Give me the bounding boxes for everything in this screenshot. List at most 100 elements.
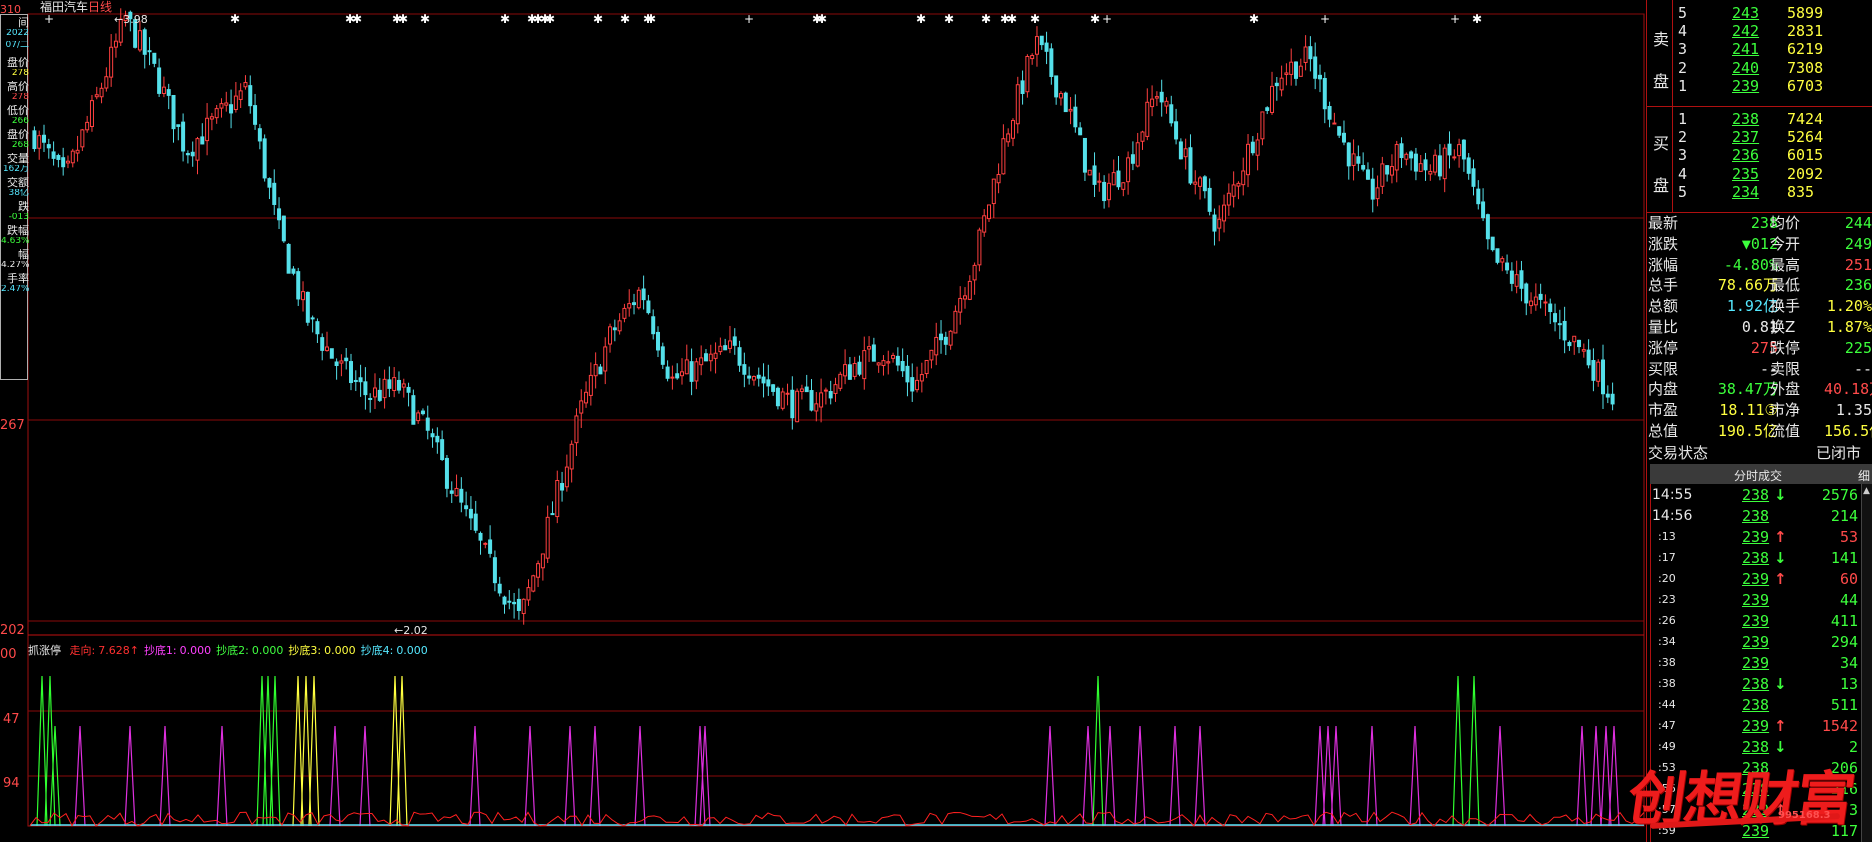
ticks-detail-button[interactable]: 细 bbox=[1858, 467, 1870, 484]
candle-body bbox=[1169, 104, 1174, 124]
candle-body bbox=[1025, 56, 1030, 93]
candle-body bbox=[296, 271, 301, 300]
quote-value: 78.66万 bbox=[1717, 276, 1778, 295]
tick-price[interactable]: 239 bbox=[1742, 654, 1769, 672]
candle-body bbox=[492, 557, 497, 584]
candle-body bbox=[301, 291, 306, 301]
tick-price[interactable]: 238 bbox=[1742, 507, 1769, 525]
candle-body bbox=[1505, 262, 1510, 271]
candle-body bbox=[723, 345, 728, 351]
candle-body bbox=[267, 178, 272, 188]
candle-body bbox=[1150, 98, 1155, 108]
sell-price[interactable]: 242 bbox=[1732, 22, 1759, 40]
quote-label: 涨跌 bbox=[1648, 234, 1679, 253]
bar-info-label: 跌 bbox=[18, 201, 29, 212]
tick-price[interactable]: 239 bbox=[1742, 633, 1769, 651]
candle-body bbox=[1034, 36, 1039, 55]
candle-body bbox=[627, 303, 632, 309]
candle-body bbox=[382, 378, 387, 399]
buy-price[interactable]: 236 bbox=[1732, 146, 1759, 164]
tick-price[interactable]: 239 bbox=[1742, 591, 1769, 609]
bar-info-value: 4.63% bbox=[1, 237, 29, 246]
buy-price[interactable]: 234 bbox=[1732, 183, 1759, 201]
sell-price[interactable]: 240 bbox=[1732, 59, 1759, 77]
tick-price[interactable]: 239 bbox=[1742, 528, 1769, 546]
candle-body bbox=[51, 151, 56, 159]
tick-price[interactable]: 239 bbox=[1742, 570, 1769, 588]
candle-body bbox=[1481, 201, 1486, 219]
candle-body bbox=[1447, 143, 1452, 156]
indicator-name[interactable]: 抓涨停 bbox=[28, 644, 61, 657]
candle-body bbox=[1202, 176, 1207, 192]
quote-value: -- bbox=[1853, 359, 1872, 378]
bar-info-label: 跌幅 bbox=[7, 225, 29, 236]
buy-price[interactable]: 238 bbox=[1732, 110, 1759, 128]
axis-label-mid: 267 bbox=[0, 418, 25, 433]
candle-body bbox=[1586, 349, 1591, 366]
quote-label: 今开 bbox=[1770, 234, 1801, 253]
buy-price[interactable]: 235 bbox=[1732, 165, 1759, 183]
quote-label: 换Z bbox=[1770, 318, 1796, 336]
tick-price[interactable]: 239 bbox=[1742, 717, 1769, 735]
candle-body bbox=[708, 353, 713, 362]
candle-body bbox=[257, 128, 262, 142]
indicator-spike bbox=[396, 675, 408, 827]
up-arrow-icon: ↑ bbox=[1774, 528, 1787, 546]
candle-body bbox=[1370, 178, 1375, 200]
candle-body bbox=[1337, 126, 1342, 136]
quote-value: 236 bbox=[1844, 276, 1872, 295]
tick-time: :23 bbox=[1658, 593, 1676, 606]
star-marker-icon: ✱ bbox=[230, 12, 240, 26]
candle-body bbox=[387, 379, 392, 389]
candle-body bbox=[401, 383, 406, 388]
plus-marker-icon: + bbox=[744, 12, 754, 26]
tick-price[interactable]: 238 bbox=[1742, 696, 1769, 714]
candle-body bbox=[425, 417, 430, 431]
star-marker-icon: ✱ bbox=[352, 12, 362, 26]
tick-time: :47 bbox=[1658, 719, 1676, 732]
sell-price[interactable]: 241 bbox=[1732, 40, 1759, 58]
kline-chart[interactable]: ✱ ✱✱ ✱✱ ✱ ✱ ✱✱✱✱ ✱ ✱ ✱✱ ✱✱ ✱ ✱ ✱ ✱ ✱ ✱✱ ✱ ✱+ + + + + bbox=[0, 0, 1646, 842]
candle-body bbox=[531, 575, 536, 592]
candle-body bbox=[1413, 153, 1418, 172]
star-marker-icon: ✱ bbox=[916, 12, 926, 26]
candle-body bbox=[1605, 393, 1610, 398]
candle-body bbox=[1591, 360, 1596, 381]
candle-body bbox=[137, 30, 142, 51]
candle-body bbox=[943, 336, 948, 345]
period-label[interactable]: 日线 bbox=[88, 0, 112, 14]
indicator-legend: 抓涨停 走向: 7.628↑ 抄底1: 0.000 抄底2: 0.000 抄底3: 0.000… bbox=[28, 642, 428, 658]
tick-price[interactable]: 238 bbox=[1742, 549, 1769, 567]
star-marker-icon: ✱ bbox=[944, 12, 954, 26]
candle-body bbox=[1557, 323, 1562, 326]
indicator-item: 抄底1: 0.000 bbox=[144, 644, 211, 657]
indicator-spike bbox=[269, 675, 281, 827]
quote-value: 225 bbox=[1844, 338, 1872, 357]
candle-body bbox=[272, 182, 277, 205]
candle-body bbox=[660, 346, 665, 365]
candle-body bbox=[363, 381, 368, 396]
candle-body bbox=[1601, 359, 1606, 395]
candle-body bbox=[1529, 300, 1534, 307]
candle-body bbox=[75, 149, 80, 154]
sell-volume: 7308 bbox=[1787, 58, 1824, 77]
candle-body bbox=[948, 330, 953, 346]
tick-volume: 1542 bbox=[1821, 717, 1858, 735]
candle-body bbox=[1423, 159, 1428, 171]
candle-body bbox=[1476, 188, 1481, 205]
tick-price[interactable]: 238 bbox=[1742, 675, 1769, 693]
candle-body bbox=[1365, 169, 1370, 180]
tick-price[interactable]: 239 bbox=[1742, 612, 1769, 630]
candle-body bbox=[612, 327, 617, 331]
sell-price[interactable]: 239 bbox=[1732, 77, 1759, 95]
tick-time: :20 bbox=[1658, 572, 1676, 585]
candle-body bbox=[1433, 154, 1438, 173]
tick-price[interactable]: 238 bbox=[1742, 486, 1769, 504]
candle-body bbox=[958, 297, 963, 313]
candle-body bbox=[1322, 77, 1327, 110]
buy-volume: 5264 bbox=[1787, 128, 1824, 147]
sell-price[interactable]: 243 bbox=[1732, 4, 1759, 22]
candle-body bbox=[41, 134, 46, 143]
buy-price[interactable]: 237 bbox=[1732, 128, 1759, 146]
candle-body bbox=[1092, 165, 1097, 185]
